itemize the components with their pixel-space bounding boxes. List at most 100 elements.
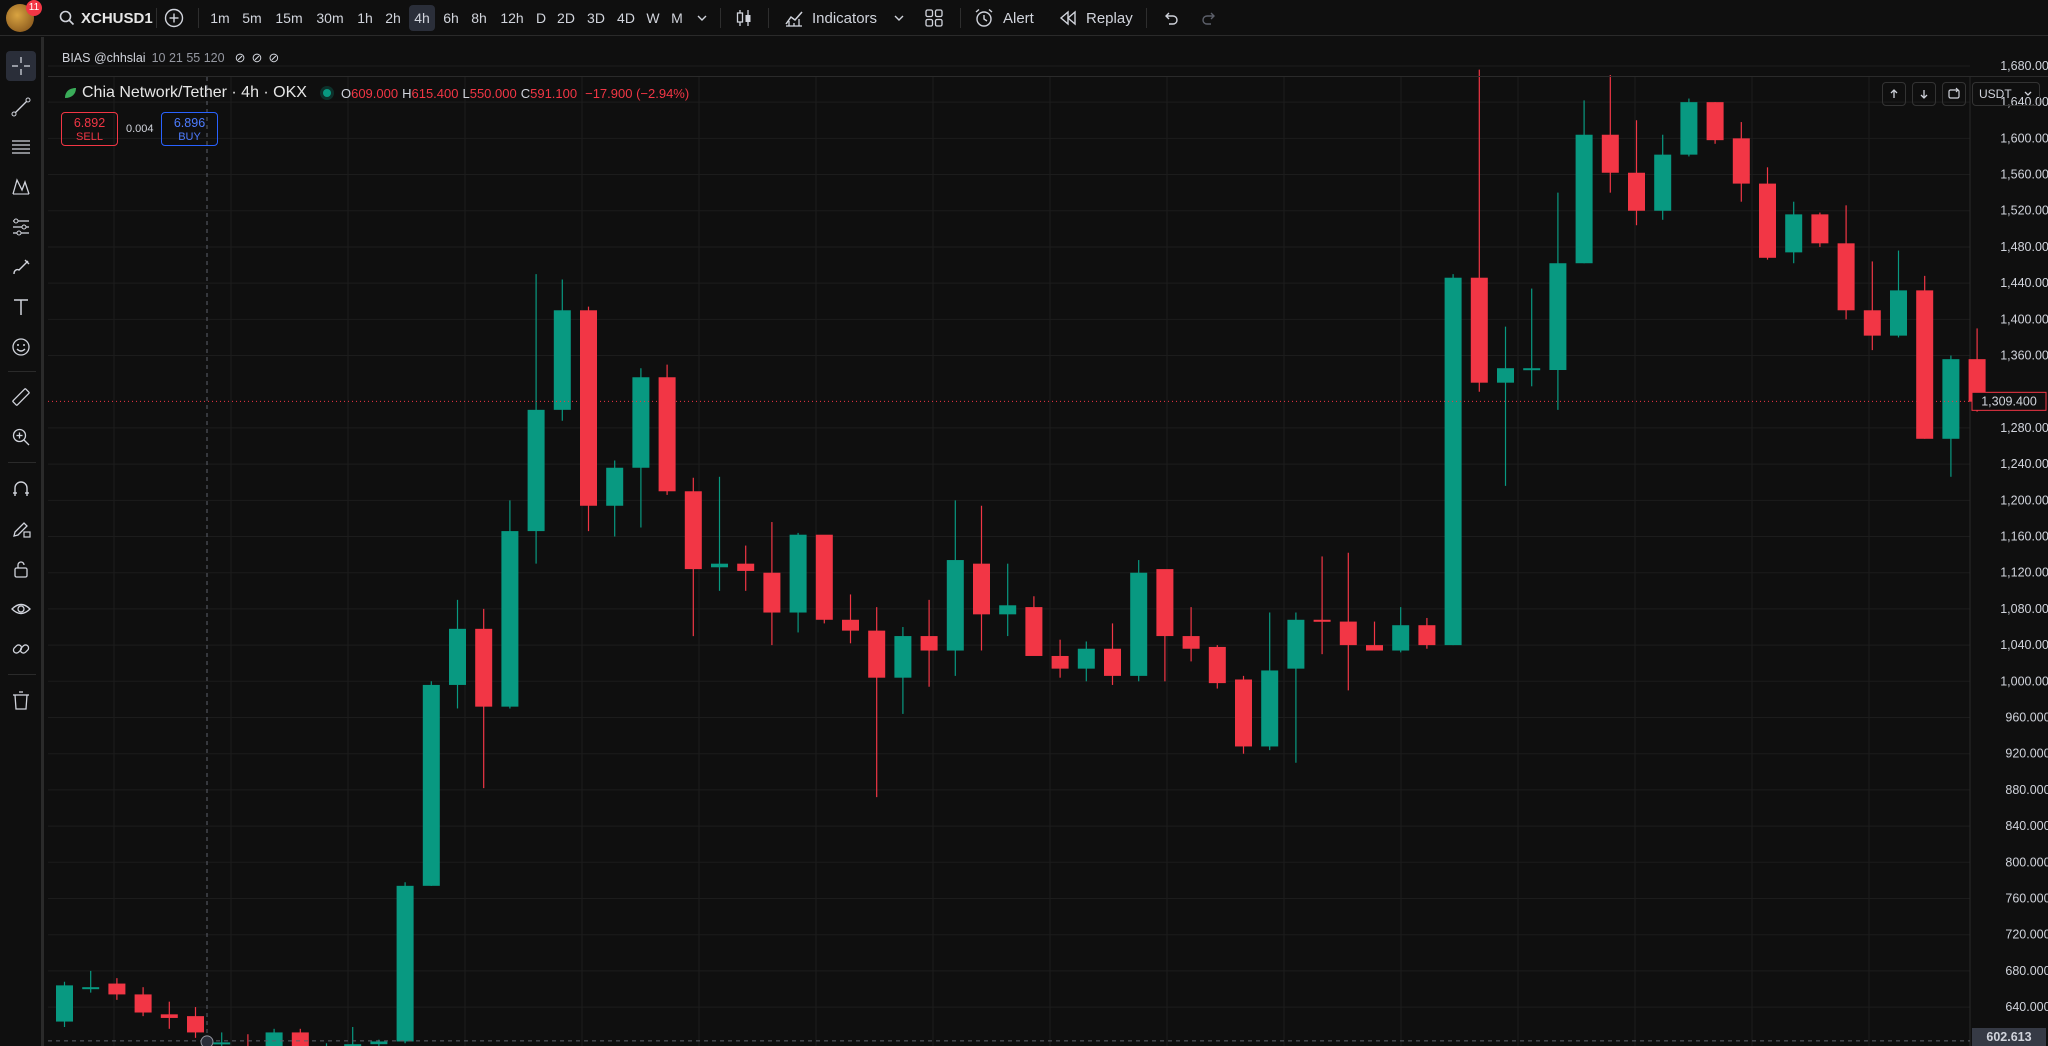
hide-drawings-tool[interactable] <box>6 594 36 624</box>
intervals-dropdown[interactable] <box>692 5 712 31</box>
symbol-search[interactable]: XCHUSD1 <box>58 0 153 36</box>
compare-symbol-button[interactable] <box>163 0 185 36</box>
interval-5m[interactable]: 5m <box>238 5 266 31</box>
ohlc-close-label: C <box>520 85 531 101</box>
interval-1h[interactable]: 1h <box>353 5 377 31</box>
indicators-dropdown[interactable] <box>893 0 905 36</box>
interval-4d[interactable]: 4D <box>613 5 639 31</box>
interval-30m[interactable]: 30m <box>311 5 349 31</box>
emoji-tool[interactable] <box>6 332 36 362</box>
interval-8h[interactable]: 8h <box>467 5 491 31</box>
indicators-button[interactable]: Indicators <box>783 0 877 36</box>
candle-body <box>1182 636 1200 649</box>
price-tick-label: 1,120.000 <box>2000 566 2048 580</box>
fib-tool[interactable] <box>6 132 36 162</box>
symbol-legend: Chia Network/Tether · 4h · OKX O 609.000 … <box>62 84 689 102</box>
forecast-tool[interactable] <box>6 212 36 242</box>
candle-body <box>1077 648 1095 669</box>
indicator-row[interactable]: BIAS @chhslai 10 21 55 120 ⊘ ⊘ ⊘ <box>62 50 279 66</box>
interval-12h[interactable]: 12h <box>496 5 528 31</box>
interval-1m[interactable]: 1m <box>206 5 234 31</box>
candle-body <box>1628 172 1645 211</box>
interval-d[interactable]: D <box>532 5 550 31</box>
pattern-icon <box>12 178 30 195</box>
candle-body <box>1104 648 1121 676</box>
magnet-icon <box>13 481 29 496</box>
text-tool[interactable] <box>6 292 36 322</box>
crosshair-icon <box>12 57 30 75</box>
chia-logo-icon <box>65 88 76 98</box>
candle-body <box>920 636 938 651</box>
remove-drawings-tool[interactable] <box>6 686 36 716</box>
interval-w[interactable]: W <box>643 5 663 31</box>
hidden-icon[interactable]: ⊘ <box>251 50 262 66</box>
interval-2h[interactable]: 2h <box>381 5 405 31</box>
layout-grid-icon <box>925 9 943 27</box>
ruler-icon <box>12 388 30 406</box>
candle-body <box>422 684 440 886</box>
lock-drawings-tool[interactable] <box>6 554 36 584</box>
magnet-tool[interactable] <box>6 474 36 504</box>
sell-price: 6.892 <box>73 116 106 130</box>
interval-6h[interactable]: 6h <box>439 5 463 31</box>
candle-body <box>1890 290 1907 336</box>
price-tick-label: 640.000 <box>2005 1000 2048 1014</box>
interval-2d[interactable]: 2D <box>553 5 579 31</box>
zoom-in-icon <box>12 428 30 446</box>
candle-body <box>632 377 650 468</box>
candle-body <box>1837 243 1855 311</box>
sell-button[interactable]: 6.892 SELL <box>61 112 118 146</box>
candle-body <box>265 1032 283 1046</box>
candle-body <box>606 467 624 506</box>
buy-button[interactable]: 6.896 BUY <box>161 112 218 146</box>
scroll-up-button[interactable] <box>1882 82 1906 106</box>
interval-4h[interactable]: 4h <box>409 5 435 31</box>
layouts-button[interactable] <box>923 0 945 36</box>
hidden-icon[interactable]: ⊘ <box>235 50 246 66</box>
ohlc-low: 550.000 <box>469 85 517 101</box>
candle-body <box>449 628 466 685</box>
price-chart[interactable]: 1,680.0001,640.0001,600.0001,560.0001,52… <box>48 37 2048 1046</box>
candle-body <box>1130 572 1148 676</box>
ohlc-open: 609.000 <box>351 85 399 101</box>
crosshair-tool[interactable] <box>6 51 36 81</box>
pane-separator[interactable] <box>48 76 2048 77</box>
stay-in-drawing-tool[interactable] <box>6 514 36 544</box>
candle-body <box>763 572 781 613</box>
alert-label: Alert <box>1003 9 1034 27</box>
interval-15m[interactable]: 15m <box>270 5 308 31</box>
scroll-down-button[interactable] <box>1912 82 1936 106</box>
search-icon <box>59 10 75 26</box>
candle-body <box>1287 619 1305 669</box>
candle-body <box>946 560 964 651</box>
trendline-tool[interactable] <box>6 92 36 122</box>
zoom-tool[interactable] <box>6 422 36 452</box>
redo-button[interactable] <box>1200 0 1220 36</box>
measure-tool[interactable] <box>6 382 36 412</box>
undo-button[interactable] <box>1160 0 1180 36</box>
chart-type-button[interactable] <box>733 0 755 36</box>
candle-body <box>1863 310 1881 336</box>
currency-select[interactable]: USDT <box>1972 82 2040 106</box>
interval-m[interactable]: M <box>667 5 687 31</box>
drawing-toolbar <box>0 37 44 1046</box>
reset-chart-button[interactable] <box>1942 82 1966 106</box>
replay-button[interactable]: Replay <box>1058 0 1133 36</box>
ohlc-change: −17.900 (−2.94%) <box>585 85 690 101</box>
spread-value: 0.004 <box>126 123 154 135</box>
price-tick-label: 800.000 <box>2005 855 2048 869</box>
interval-3d[interactable]: 3D <box>583 5 609 31</box>
alert-button[interactable]: Alert <box>973 0 1034 36</box>
price-tick-label: 1,200.000 <box>2000 493 2048 507</box>
candle-body <box>737 563 755 571</box>
ohlc-low-label: L <box>462 85 470 101</box>
market-status-dot <box>322 89 331 97</box>
sync-drawings-tool[interactable] <box>6 634 36 664</box>
price-tick-label: 1,080.000 <box>2000 602 2048 616</box>
hidden-icon[interactable]: ⊘ <box>268 50 279 66</box>
candle-body <box>658 377 676 492</box>
candle-body <box>894 636 912 678</box>
pattern-tool[interactable] <box>6 172 36 202</box>
text-icon <box>14 299 28 315</box>
brush-tool[interactable] <box>6 252 36 282</box>
